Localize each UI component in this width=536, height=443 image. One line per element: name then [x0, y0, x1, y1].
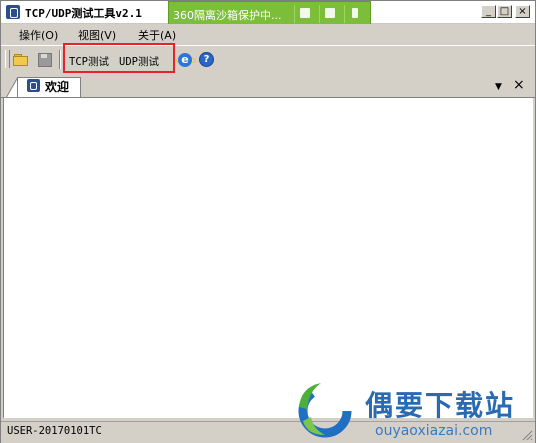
toolbar-separator	[59, 50, 61, 69]
save-disk-icon[interactable]	[37, 52, 53, 68]
watermark-title: 偶要下载站	[365, 389, 516, 422]
resize-grip-icon[interactable]	[521, 429, 533, 441]
window-title: TCP/UDP测试工具v2.1	[25, 7, 142, 20]
sandbox-files-button[interactable]	[294, 5, 316, 23]
sandbox-text: 360隔离沙箱保护中...	[173, 9, 282, 22]
maximize-button[interactable]: □	[497, 5, 512, 18]
toolbar-grip[interactable]	[5, 50, 10, 68]
tab-welcome-label: 欢迎	[45, 80, 70, 94]
menu-operate[interactable]: 操作(O)	[19, 27, 58, 43]
menu-bar: 操作(O) 视图(V) 关于(A)	[1, 24, 535, 44]
close-button[interactable]: ×	[515, 5, 530, 18]
sandbox-folder-button[interactable]	[319, 5, 341, 23]
status-user: USER-20170101TC	[7, 425, 102, 437]
watermark-url: ouyaoxiazai.com	[375, 423, 493, 439]
sandbox-pin-button[interactable]	[344, 5, 366, 23]
open-folder-icon[interactable]	[13, 52, 29, 68]
watermark-logo-icon	[298, 383, 352, 438]
pin-icon	[352, 8, 358, 18]
menu-about[interactable]: 关于(A)	[138, 27, 176, 43]
app-icon	[6, 5, 20, 19]
tab-dropdown-icon[interactable]: ▼	[495, 82, 502, 92]
folder-icon	[325, 8, 335, 18]
highlight-annotation	[63, 43, 175, 73]
help-icon[interactable]: ?	[199, 52, 215, 68]
welcome-tab-icon	[27, 79, 40, 92]
menu-view[interactable]: 视图(V)	[78, 27, 116, 43]
browser-icon[interactable]: e	[176, 52, 196, 68]
copy-icon	[300, 8, 310, 18]
welcome-content-area	[3, 98, 533, 418]
tab-strip	[1, 73, 535, 98]
app-window: TCP/UDP测试工具v2.1 _ □ × 360隔离沙箱保护中... 操作(O…	[0, 0, 536, 443]
minimize-button[interactable]: _	[481, 5, 496, 18]
tab-close-icon[interactable]: ×	[513, 77, 525, 93]
